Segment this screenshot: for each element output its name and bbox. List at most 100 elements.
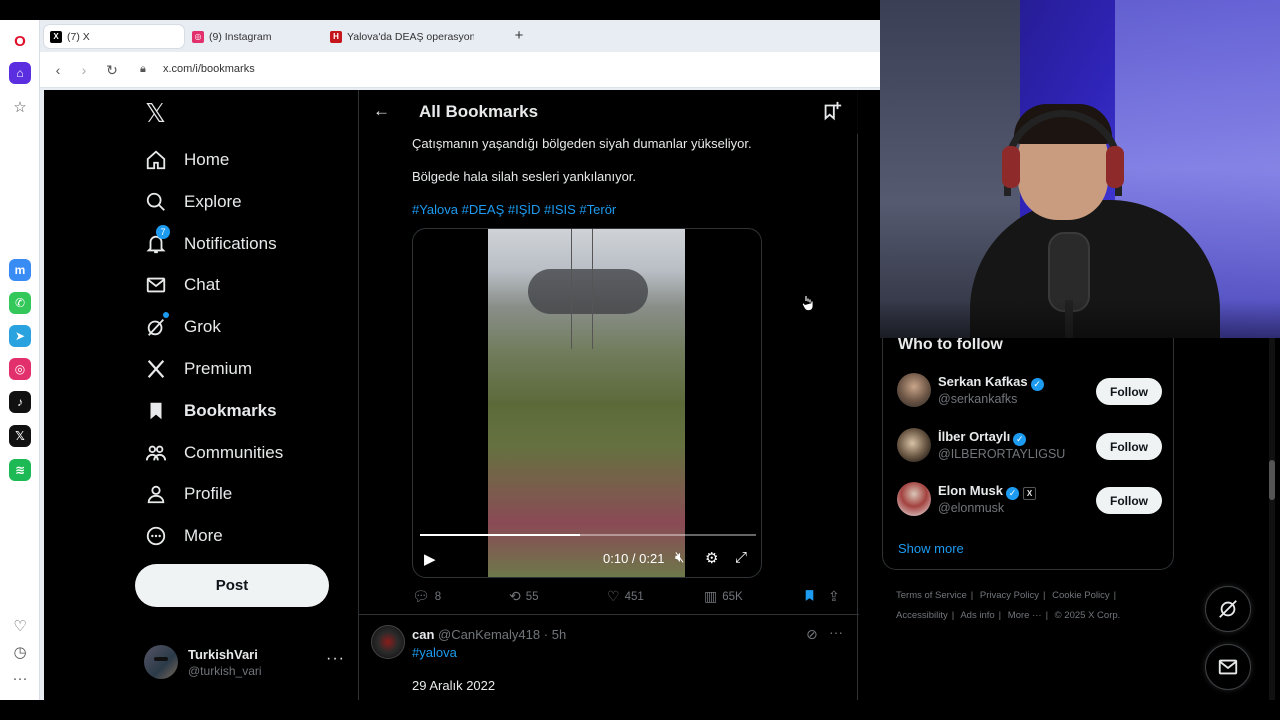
timeline-header: ← All Bookmarks [359, 90, 859, 134]
messages-fab-icon[interactable] [1205, 644, 1251, 690]
follow-suggestion[interactable]: İlber Ortaylı ✓ @ILBERORTAYLIGSU Follow [897, 425, 1163, 465]
notification-badge: 7 [156, 225, 170, 239]
scrollbar-thumb[interactable] [1269, 460, 1275, 500]
tab-haber[interactable]: H Yalova'da DEAŞ operasyon [324, 25, 474, 48]
opera-logo-icon[interactable]: O [9, 30, 31, 52]
bookmark-filled-icon [803, 588, 816, 606]
copyright: © 2025 X Corp. [1054, 610, 1121, 621]
reply-icon: 💬︎ [412, 588, 430, 604]
user-handle: @ILBERORTAYLIGSU [938, 447, 1066, 461]
mail-icon [144, 273, 168, 297]
page-scrollbar[interactable] [1269, 338, 1275, 700]
history-icon[interactable]: ◷ [9, 641, 31, 663]
back-icon[interactable]: ‹ [48, 60, 68, 80]
mute-icon[interactable]: 🔇︎ [675, 549, 684, 566]
nav-profile[interactable]: Profile [144, 479, 232, 509]
home-icon[interactable]: ⌂ [9, 62, 31, 84]
user-name-line: Serkan Kafkas ✓ [938, 374, 1044, 391]
nav-premium[interactable]: Premium [144, 354, 252, 384]
tweet-hashtags[interactable]: #Yalova #DEAŞ #IŞİD #ISIS #Terör [412, 202, 616, 217]
nav-explore[interactable]: Explore [144, 187, 242, 217]
new-tab-button[interactable]: + [510, 27, 528, 45]
x-logo-icon[interactable]: 𝕏 [145, 100, 173, 126]
more-icon[interactable]: ··· [9, 667, 31, 689]
nav-label: Chat [184, 275, 220, 294]
nav-grok[interactable]: Grok [144, 312, 221, 342]
footer-link[interactable]: More ··· [1008, 610, 1042, 621]
verified-badge-icon: ✓ [1013, 433, 1027, 446]
video-tower [571, 229, 593, 349]
tweet-time[interactable]: 5h [552, 627, 566, 642]
heart-icon[interactable]: ♡ [9, 615, 31, 637]
back-arrow-icon[interactable]: ← [373, 101, 390, 121]
tweet-text-line: Çatışmanın yaşandığı bölgeden siyah duma… [412, 136, 752, 151]
tweet-video[interactable]: ▶ 0:10 / 0:21 🔇︎ ⚙ ⤢ [412, 228, 762, 578]
who-to-follow-card: Who to follow Serkan Kafkas ✓ @serkankafk… [882, 336, 1174, 570]
url-field[interactable]: x.com/i/bookmarks [163, 63, 255, 75]
who-to-follow-title: Who to follow [898, 336, 1003, 353]
pinboard-icon[interactable]: ☆ [9, 96, 31, 118]
tab-x[interactable]: X (7) X [44, 25, 184, 48]
more-dots-icon[interactable]: ··· [326, 650, 345, 668]
messenger-icon[interactable]: m [9, 259, 31, 281]
footer-link[interactable]: Accessibility [896, 610, 948, 621]
author-handle[interactable]: @CanKemaly418 [438, 627, 540, 642]
bookmark-button[interactable] [803, 588, 821, 606]
user-name: Elon Musk [938, 483, 1004, 498]
account-switcher[interactable]: TurkishVari @turkish_vari ··· [144, 642, 344, 682]
footer-links: Terms of Service | Privacy Policy | Cookie… [896, 590, 1121, 621]
x-favicon-icon: X [50, 30, 62, 43]
nav-communities[interactable]: Communities [144, 438, 283, 468]
repost-button[interactable]: ⟲ 55 [509, 588, 539, 605]
spotify-icon[interactable]: ≋ [9, 459, 31, 481]
reload-icon[interactable]: ↻ [102, 60, 122, 80]
nav-home[interactable]: Home [144, 145, 229, 175]
telegram-icon[interactable]: ➤ [9, 325, 31, 347]
nav-more[interactable]: More [144, 521, 223, 551]
post-button[interactable]: Post [135, 564, 329, 607]
whatsapp-icon[interactable]: ✆ [9, 292, 31, 314]
tab-label: (9) Instagram [209, 30, 272, 43]
person-icon [144, 482, 168, 506]
people-icon [144, 441, 168, 465]
share-button[interactable]: ⇪ [828, 588, 845, 605]
show-more-link[interactable]: Show more [898, 541, 964, 556]
follow-suggestion[interactable]: Serkan Kafkas ✓ @serkankafks Follow [897, 370, 1163, 410]
follow-button[interactable]: Follow [1096, 487, 1162, 514]
tab-instagram[interactable]: ◎ (9) Instagram [186, 25, 320, 48]
more-dots-icon[interactable]: ··· [829, 624, 843, 640]
follow-button[interactable]: Follow [1096, 378, 1162, 405]
nav-chat[interactable]: Chat [144, 270, 220, 300]
fullscreen-icon[interactable]: ⤢ [735, 549, 747, 566]
views-button[interactable]: ▥ 65K [704, 588, 743, 605]
follow-button[interactable]: Follow [1096, 433, 1162, 460]
footer-link[interactable]: Privacy Policy [980, 590, 1039, 601]
tweet-hashtag[interactable]: #yalova [412, 645, 457, 660]
follow-suggestion[interactable]: Elon Musk ✓ X @elonmusk Follow [897, 479, 1163, 519]
grok-fab-icon[interactable] [1205, 586, 1251, 632]
instagram-icon[interactable]: ◎ [9, 358, 31, 380]
forward-icon[interactable]: › [74, 60, 94, 80]
video-time: 0:10 / 0:21 [603, 551, 665, 566]
add-folder-icon[interactable] [821, 100, 843, 122]
reply-button[interactable]: 💬︎ 8 [412, 588, 441, 605]
nav-label: More [184, 526, 223, 545]
avatar[interactable] [371, 625, 405, 659]
nav-notifications[interactable]: 7 Notifications [144, 225, 277, 259]
user-handle: @serkankafks [938, 392, 1018, 406]
settings-gear-icon[interactable]: ⚙ [705, 549, 718, 567]
footer-link[interactable]: Cookie Policy [1052, 590, 1110, 601]
avatar [897, 482, 931, 516]
play-icon[interactable]: ▶ [424, 550, 436, 568]
lock-icon[interactable]: 🔒︎ [140, 63, 146, 76]
tiktok-icon[interactable]: ♪ [9, 391, 31, 413]
x-icon[interactable]: 𝕏 [9, 425, 31, 447]
author-name[interactable]: can [412, 627, 434, 642]
video-progress-track[interactable] [420, 534, 756, 536]
footer-link[interactable]: Ads info [960, 610, 994, 621]
like-button[interactable]: ♡ 451 [607, 588, 644, 605]
screen-top-strip [0, 0, 880, 20]
grok-icon[interactable]: ⊘ [806, 626, 818, 643]
nav-bookmarks[interactable]: Bookmarks [144, 396, 277, 426]
footer-link[interactable]: Terms of Service [896, 590, 967, 601]
